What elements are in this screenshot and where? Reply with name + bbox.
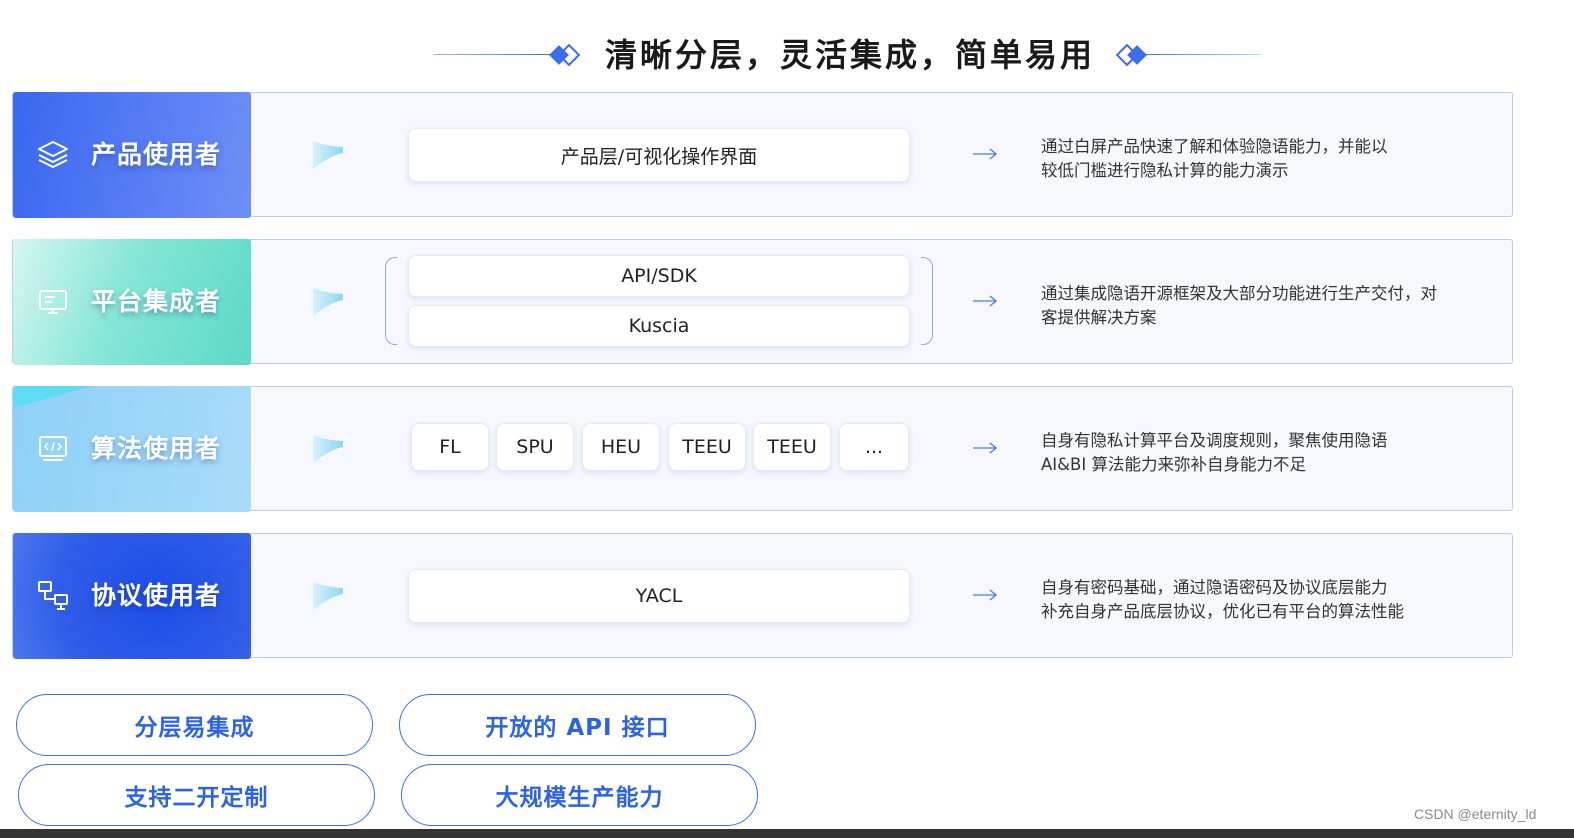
flag-icon xyxy=(313,288,343,316)
module-box: FL xyxy=(411,423,489,471)
row-description: 自身有密码基础，通过隐语密码及协议底层能力 补充自身产品底层协议，优化已有平台的… xyxy=(1041,576,1491,624)
layer-box: Kuscia xyxy=(408,305,910,347)
module-box: HEU xyxy=(582,423,660,471)
layer-row-product: 产品使用者 产品层/可视化操作界面 通过白屏产品快速了解和体验隐语能力，并能以 … xyxy=(12,92,1513,218)
module-box: SPU xyxy=(496,423,574,471)
bracket-right xyxy=(921,257,933,345)
description-line: 通过白屏产品快速了解和体验隐语能力，并能以 xyxy=(1041,137,1388,156)
description-line: 客提供解决方案 xyxy=(1041,308,1157,327)
role-label: 平台集成者 xyxy=(91,287,222,316)
arrow-right-icon xyxy=(973,442,998,454)
layers-icon xyxy=(38,141,68,168)
title-bar: 清晰分层，灵活集成，简单易用 xyxy=(0,32,1574,78)
description-line: AI&BI 算法能力来弥补自身能力不足 xyxy=(1041,455,1306,474)
layer-row-platform: 平台集成者 API/SDK Kuscia 通过集成隐语开源框架及大部分功能进行生… xyxy=(12,239,1513,365)
layer-box: YACL xyxy=(408,569,910,623)
network-icon xyxy=(38,581,68,610)
flag-icon xyxy=(313,582,343,610)
monitor-icon xyxy=(39,290,67,314)
arrow-right-icon xyxy=(973,148,998,160)
role-card-product-user: 产品使用者 xyxy=(13,92,251,218)
layer-box: API/SDK xyxy=(408,255,910,297)
module-box: TEEU xyxy=(668,423,746,471)
role-label: 产品使用者 xyxy=(91,140,222,169)
layer-row-protocol: 协议使用者 YACL 自身有密码基础，通过隐语密码及协议底层能力 补充自身产品底… xyxy=(12,533,1513,659)
flag-icon xyxy=(313,141,343,169)
layer-box: 产品层/可视化操作界面 xyxy=(408,128,910,182)
description-line: 补充自身产品底层协议，优化已有平台的算法性能 xyxy=(1041,602,1404,621)
arrow-right-icon xyxy=(973,589,998,601)
page-title: 清晰分层，灵活集成，简单易用 xyxy=(604,36,1095,74)
feature-pill: 大规模生产能力 xyxy=(401,764,758,826)
feature-pill: 分层易集成 xyxy=(16,694,373,756)
bracket-left xyxy=(385,257,397,345)
row-description: 通过白屏产品快速了解和体验隐语能力，并能以 较低门槛进行隐私计算的能力演示 xyxy=(1041,135,1491,183)
description-line: 通过集成隐语开源框架及大部分功能进行生产交付，对 xyxy=(1041,284,1437,303)
title-right-line xyxy=(1140,54,1260,55)
role-label: 算法使用者 xyxy=(91,434,222,463)
row-description: 通过集成隐语开源框架及大部分功能进行生产交付，对 客提供解决方案 xyxy=(1041,282,1491,330)
module-box: TEEU xyxy=(753,423,831,471)
role-card-algorithm-user: 算法使用者 xyxy=(13,386,251,512)
feature-pill: 开放的 API 接口 xyxy=(399,694,756,756)
role-card-protocol-user: 协议使用者 xyxy=(13,533,251,659)
layer-row-algorithm: 算法使用者 FL SPU HEU TEEU TEEU ... 自身有隐私计算平台… xyxy=(12,386,1513,512)
role-label: 协议使用者 xyxy=(91,581,222,610)
arrow-right-icon xyxy=(973,295,998,307)
feature-pill: 支持二开定制 xyxy=(18,764,375,826)
row-description: 自身有隐私计算平台及调度规则，聚焦使用隐语 AI&BI 算法能力来弥补自身能力不… xyxy=(1041,429,1491,477)
watermark: CSDN @eternity_ld xyxy=(1414,806,1537,822)
description-line: 较低门槛进行隐私计算的能力演示 xyxy=(1041,161,1289,180)
description-line: 自身有隐私计算平台及调度规则，聚焦使用隐语 xyxy=(1041,431,1388,450)
module-box: ... xyxy=(839,423,909,471)
role-card-platform-integrator: 平台集成者 xyxy=(13,239,251,365)
description-line: 自身有密码基础，通过隐语密码及协议底层能力 xyxy=(1041,578,1388,597)
corner-accent xyxy=(13,386,93,408)
flag-icon xyxy=(313,435,343,463)
code-window-icon xyxy=(39,436,67,461)
bottom-divider xyxy=(0,829,1574,838)
title-left-line xyxy=(434,54,554,55)
